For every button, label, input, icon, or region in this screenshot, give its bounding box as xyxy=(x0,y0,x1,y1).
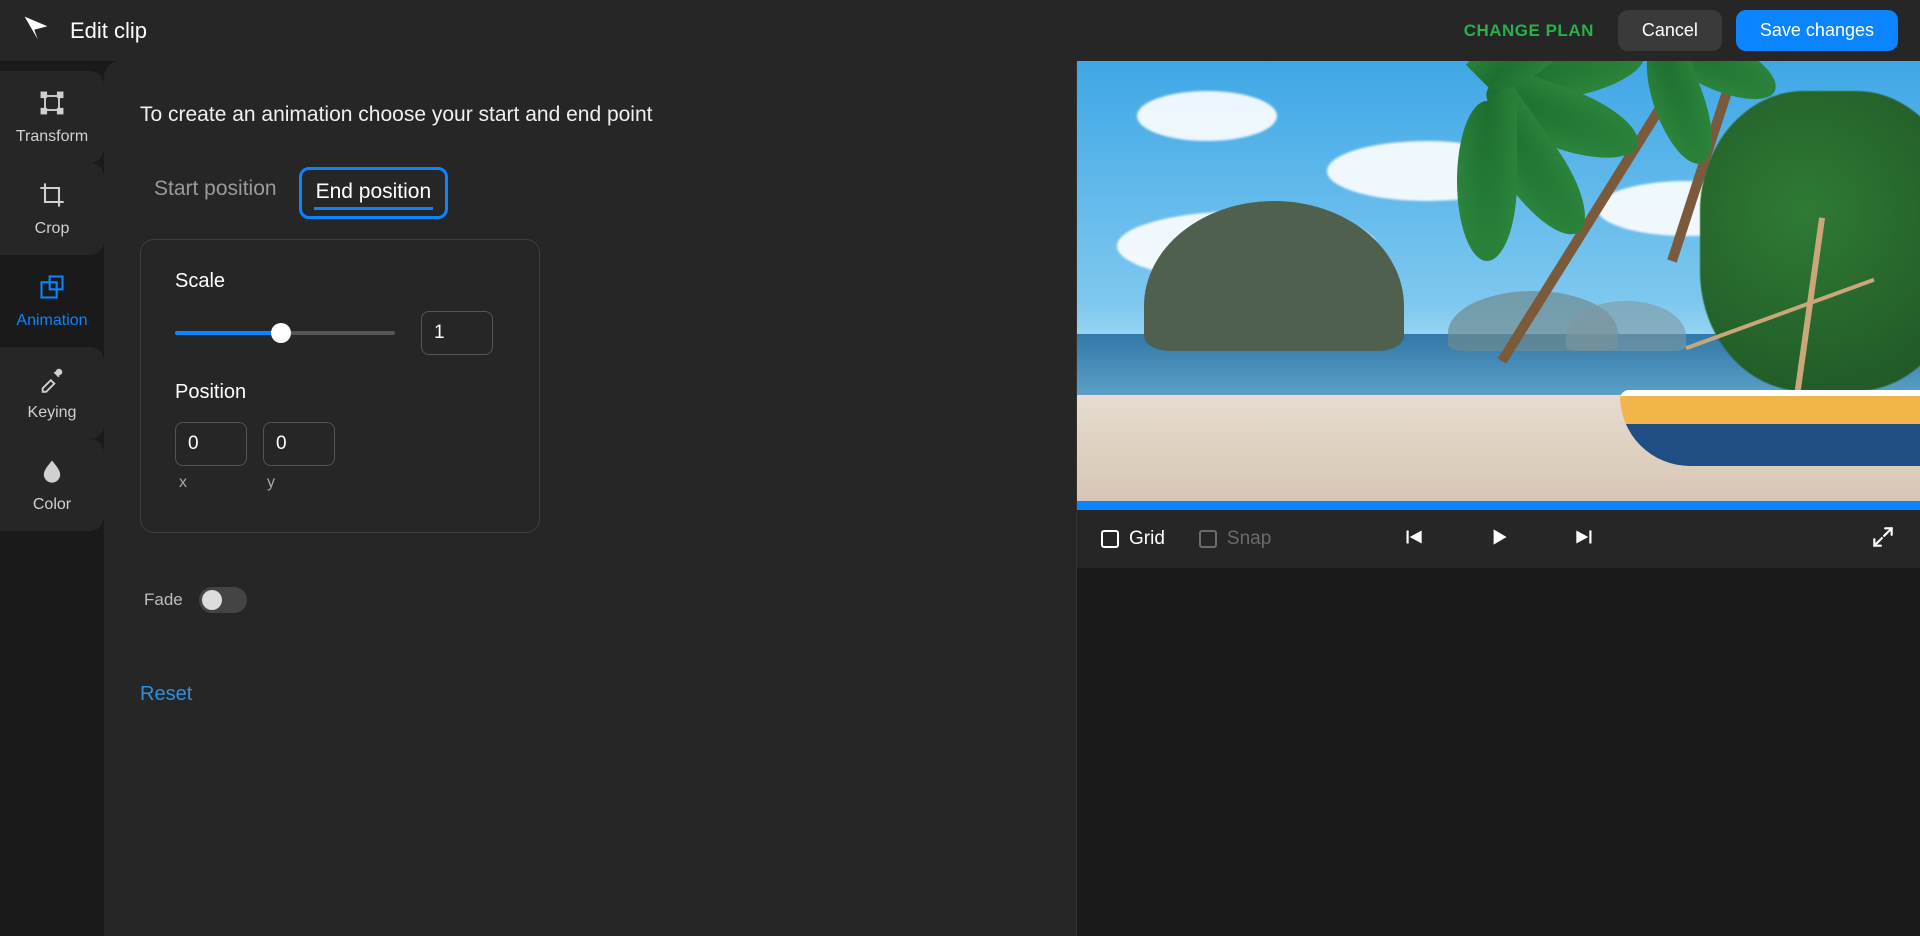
crop-icon xyxy=(38,181,66,214)
snap-checkbox[interactable]: Snap xyxy=(1199,528,1271,550)
app-logo-title: Edit clip xyxy=(22,14,147,47)
fade-toggle-knob xyxy=(202,590,222,610)
preview-column: Grid Snap xyxy=(1076,61,1920,936)
animation-settings: To create an animation choose your start… xyxy=(104,61,1076,936)
eyedropper-icon xyxy=(38,365,66,398)
checkbox-icon xyxy=(1101,530,1119,548)
animation-icon xyxy=(38,273,66,306)
sidebar-item-label: Keying xyxy=(28,404,77,422)
page-title: Edit clip xyxy=(70,18,147,44)
sidebar-item-label: Crop xyxy=(35,220,70,238)
change-plan-link[interactable]: CHANGE PLAN xyxy=(1464,21,1594,41)
scale-label: Scale xyxy=(175,270,505,293)
droplet-icon xyxy=(38,457,66,490)
sidebar-item-color[interactable]: Color xyxy=(0,439,104,531)
sidebar-item-label: Transform xyxy=(16,128,88,146)
topbar: Edit clip CHANGE PLAN Cancel Save change… xyxy=(0,0,1920,61)
checkbox-icon xyxy=(1199,530,1217,548)
sidebar-item-label: Color xyxy=(33,496,71,514)
instruction-text: To create an animation choose your start… xyxy=(140,103,1046,127)
position-tabs: Start position End position xyxy=(140,167,1046,219)
tab-start-position[interactable]: Start position xyxy=(140,167,291,219)
scale-slider[interactable] xyxy=(175,325,395,341)
skip-previous-button[interactable] xyxy=(1400,524,1426,555)
axis-y-label: y xyxy=(263,474,335,492)
snap-label: Snap xyxy=(1227,528,1271,550)
preview-image xyxy=(1077,61,1920,501)
save-button[interactable]: Save changes xyxy=(1736,10,1898,51)
sidebar-item-transform[interactable]: Transform xyxy=(0,71,104,163)
position-label: Position xyxy=(175,381,505,404)
preview-selection-bar[interactable] xyxy=(1077,501,1920,510)
play-button[interactable] xyxy=(1486,524,1512,555)
position-y-input[interactable] xyxy=(263,422,335,466)
app-logo-icon xyxy=(22,14,50,47)
cancel-button[interactable]: Cancel xyxy=(1618,10,1722,51)
sidebar-item-crop[interactable]: Crop xyxy=(0,163,104,255)
fade-label: Fade xyxy=(144,590,183,610)
preview-canvas[interactable] xyxy=(1077,61,1920,510)
end-position-panel: Scale Position x y xyxy=(140,239,540,533)
grid-label: Grid xyxy=(1129,528,1165,550)
scale-input[interactable] xyxy=(421,311,493,355)
scale-slider-thumb[interactable] xyxy=(271,323,291,343)
grid-checkbox[interactable]: Grid xyxy=(1101,528,1165,550)
axis-x-label: x xyxy=(175,474,247,492)
skip-next-button[interactable] xyxy=(1572,524,1598,555)
preview-controls: Grid Snap xyxy=(1077,510,1920,568)
sidebar: Transform Crop Animation xyxy=(0,61,104,936)
sidebar-item-animation[interactable]: Animation xyxy=(0,255,104,347)
fade-toggle[interactable] xyxy=(199,587,247,613)
sidebar-item-label: Animation xyxy=(16,312,87,330)
tab-end-position[interactable]: End position xyxy=(299,167,449,219)
sidebar-item-keying[interactable]: Keying xyxy=(0,347,104,439)
fullscreen-button[interactable] xyxy=(1870,524,1896,555)
position-x-input[interactable] xyxy=(175,422,247,466)
reset-link[interactable]: Reset xyxy=(140,683,192,706)
transform-icon xyxy=(38,89,66,122)
